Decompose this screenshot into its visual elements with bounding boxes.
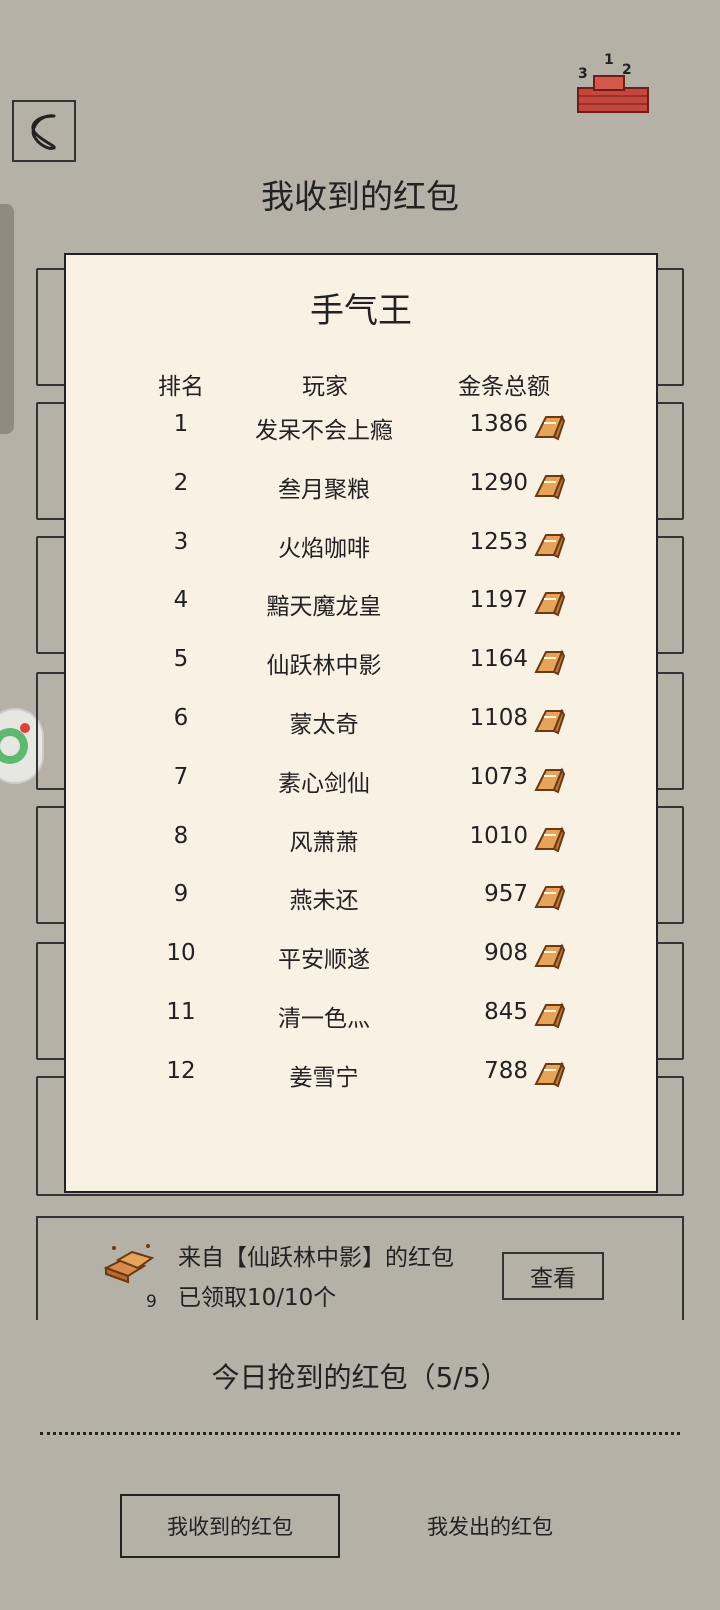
row-gold-amount: 908	[484, 940, 528, 967]
row-gold-amount: 1164	[469, 646, 528, 673]
row-rank: 5	[173, 646, 189, 673]
leaderboard-row: 2 叁月聚粮 1290	[66, 470, 656, 510]
column-header-rank: 排名	[158, 374, 204, 400]
row-rank: 9	[173, 881, 189, 908]
row-gold-amount: 1386	[469, 411, 528, 437]
notice-count: 9	[146, 1292, 157, 1312]
gold-bar-icon	[534, 767, 566, 794]
gold-bar-icon	[534, 414, 566, 441]
row-gold-amount: 1010	[469, 822, 528, 849]
podium-label-1: 1	[604, 52, 614, 68]
row-rank: 11	[166, 999, 196, 1025]
gold-bar-icon	[534, 1061, 566, 1088]
row-rank: 7	[173, 763, 189, 790]
row-player-name: 黯天魔龙皇	[266, 594, 382, 621]
leaderboard-row: 5 仙跃林中影 1164	[66, 646, 656, 686]
tab-sent-redpackets[interactable]: 我发出的红包	[380, 1494, 600, 1558]
leaderboard-row: 11 清一色灬 845	[66, 999, 656, 1039]
row-gold-amount: 1197	[469, 587, 528, 614]
row-rank: 12	[166, 1057, 196, 1084]
row-rank: 8	[173, 822, 189, 849]
gold-bar-icon	[534, 532, 566, 559]
gold-bar-icon	[534, 826, 566, 853]
leaderboard-row: 12 姜雪宁 788	[66, 1058, 656, 1098]
leaderboard-row: 10 平安顺遂 908	[66, 940, 656, 980]
gold-bar-icon	[534, 943, 566, 970]
column-header-amount: 金条总额	[458, 374, 550, 400]
row-player-name: 发呆不会上瘾	[255, 418, 393, 444]
row-rank: 3	[173, 528, 189, 555]
leaderboard-row: 9 燕未还 957	[66, 881, 656, 921]
row-player-name: 蒙太奇	[289, 712, 359, 738]
tab-received-redpackets[interactable]: 我收到的红包	[120, 1494, 340, 1558]
leaderboard-row: 8 风萧萧 1010	[66, 823, 656, 863]
leaderboard-row: 1 发呆不会上瘾 1386	[66, 411, 656, 451]
row-gold-amount: 788	[484, 1057, 528, 1084]
row-gold-amount: 1290	[469, 469, 528, 496]
gold-bar-pile-icon	[103, 1244, 155, 1284]
row-player-name: 姜雪宁	[289, 1064, 359, 1091]
gold-bar-icon	[534, 649, 566, 676]
latest-redpacket-notice: 9 来自【仙跃林中影】的红包 已领取10/10个 查看	[36, 1216, 684, 1320]
side-pull-tab[interactable]	[0, 204, 14, 434]
view-button[interactable]: 查看	[502, 1252, 604, 1300]
row-player-name: 风萧萧	[289, 829, 359, 856]
back-arrow-icon	[31, 114, 56, 150]
notice-sender-text: 来自【仙跃林中影】的红包	[178, 1245, 454, 1271]
column-header-player: 玩家	[302, 374, 348, 400]
notice-claimed-text: 已领取10/10个	[178, 1285, 337, 1311]
row-gold-amount: 1253	[469, 528, 528, 555]
gold-bar-icon	[534, 884, 566, 911]
row-gold-amount: 1108	[469, 705, 528, 731]
row-player-name: 素心剑仙	[278, 770, 370, 797]
leaderboard-row: 4 黯天魔龙皇 1197	[66, 587, 656, 627]
row-gold-amount: 1073	[469, 763, 528, 790]
row-rank: 2	[173, 469, 189, 496]
leaderboard-row: 3 火焰咖啡 1253	[66, 529, 656, 569]
podium-label-3: 3	[578, 66, 588, 82]
row-player-name: 燕未还	[289, 888, 359, 915]
row-player-name: 火焰咖啡	[278, 535, 370, 562]
ranking-podium-icon[interactable]: 3 1 2	[574, 48, 652, 116]
row-rank: 1	[173, 411, 189, 437]
page-title: 我收到的红包	[261, 177, 459, 216]
leaderboard-row: 6 蒙太奇 1108	[66, 705, 656, 745]
leaderboard-row: 7 素心剑仙 1073	[66, 764, 656, 804]
leaderboard-panel: 手气王 排名 玩家 金条总额 1 发呆不会上瘾 1386 2 叁月聚粮 1290 3 火焰咖啡…	[64, 253, 658, 1193]
gold-bar-icon	[534, 1002, 566, 1029]
row-gold-amount: 845	[484, 999, 528, 1025]
row-gold-amount: 957	[484, 881, 528, 908]
dotted-divider	[40, 1432, 680, 1435]
today-redpacket-count: 今日抢到的红包（5/5）	[211, 1361, 509, 1394]
back-button[interactable]	[12, 100, 76, 162]
leaderboard-title: 手气王	[310, 291, 412, 331]
gold-bar-icon	[534, 473, 566, 500]
gold-bar-icon	[534, 708, 566, 735]
row-player-name: 叁月聚粮	[278, 476, 370, 503]
row-rank: 10	[166, 940, 196, 967]
podium-label-2: 2	[622, 62, 632, 78]
row-rank: 4	[173, 587, 189, 614]
row-player-name: 清一色灬	[278, 1006, 370, 1032]
row-player-name: 仙跃林中影	[266, 653, 382, 680]
row-rank: 6	[173, 705, 189, 731]
row-player-name: 平安顺遂	[278, 947, 370, 974]
gold-bar-icon	[534, 590, 566, 617]
